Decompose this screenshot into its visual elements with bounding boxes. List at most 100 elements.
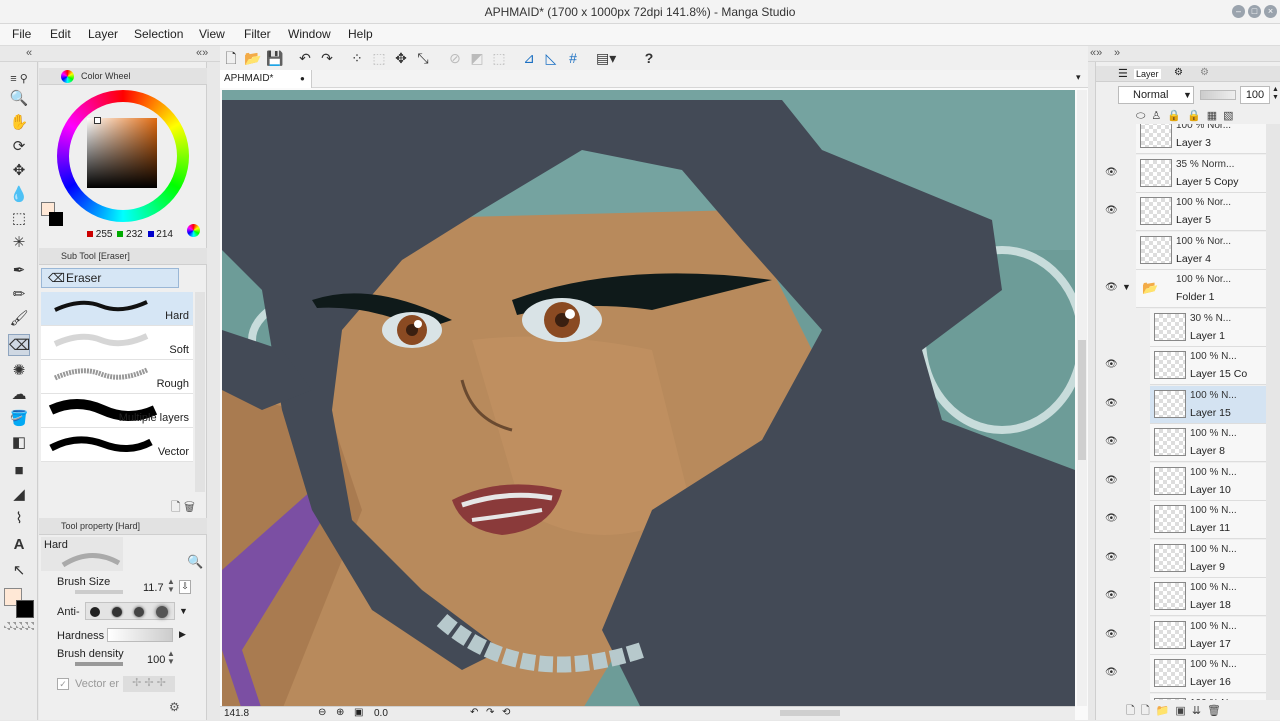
clear-icon[interactable]: ⊘ <box>446 49 464 67</box>
zoom-in-icon[interactable]: ⊕ <box>336 707 344 718</box>
anti-aliasing-dropdown-icon[interactable]: ▼ <box>179 606 188 616</box>
ruler-link-icon[interactable]: ▧ <box>1223 110 1239 122</box>
hardness-expand-icon[interactable]: ▶ <box>179 629 186 640</box>
tool-property-zoom-icon[interactable]: 🔍 <box>187 554 203 570</box>
brush-size-dropdown[interactable]: ⇩ <box>179 580 191 594</box>
open-icon[interactable]: 📂 <box>244 49 262 67</box>
brush-density-slider[interactable] <box>75 662 123 666</box>
visibility-eye-icon[interactable]: 👁 <box>1105 205 1118 216</box>
zoom-tool-icon[interactable]: 🔍 <box>8 88 30 110</box>
sub-tool-scrollbar[interactable] <box>195 292 205 492</box>
brush-size-value[interactable]: 11.7 <box>143 582 164 594</box>
menu-file[interactable]: File <box>12 27 31 41</box>
settings-menu-icon[interactable]: ▤▾ <box>596 49 616 67</box>
rotate-tool-icon[interactable]: ⟳ <box>8 136 30 158</box>
layer-row[interactable]: 30 % N... Layer 1 <box>1150 308 1266 347</box>
palette-menu-icon[interactable]: ≡ ⚲ <box>8 68 30 90</box>
folder-expand-icon[interactable]: ▼ <box>1122 282 1131 292</box>
hardness-slider[interactable] <box>107 628 173 642</box>
close-tab-icon[interactable]: ● <box>300 70 305 88</box>
reference-icon[interactable]: ♙ <box>1151 110 1167 122</box>
color-wheel-sub-swatch[interactable] <box>49 212 63 226</box>
eyedropper-tool-icon[interactable]: 💧 <box>8 184 30 206</box>
layer-row[interactable]: 100 % N... <box>1150 693 1266 700</box>
visibility-eye-icon[interactable]: 👁 <box>1105 359 1118 370</box>
lock-transparency-icon[interactable]: 🔒 <box>1187 110 1207 122</box>
color-mode-icon[interactable] <box>187 224 200 237</box>
new-file-icon[interactable]: 🗋 <box>222 49 240 67</box>
transform-icon[interactable]: ✥ <box>392 49 410 67</box>
blend-mode-dropdown[interactable]: Normal ▼ <box>1118 86 1194 104</box>
selection-tool-icon[interactable]: ⬚ <box>8 208 30 230</box>
layer-row[interactable]: 100 % Nor... Layer 5 <box>1136 193 1266 231</box>
minimize-button[interactable]: – <box>1232 5 1245 18</box>
canvas-vertical-scrollbar[interactable] <box>1077 90 1087 706</box>
layer-tab[interactable]: Layer <box>1134 69 1161 79</box>
reset-rotation-icon[interactable]: ⟲ <box>502 707 510 718</box>
frame-tool-icon[interactable]: ◢ <box>8 484 30 506</box>
menu-window[interactable]: Window <box>288 27 331 41</box>
brush-size-slider[interactable] <box>75 590 123 594</box>
opacity-slider[interactable] <box>1200 90 1236 100</box>
document-tab[interactable]: APHMAID* ● <box>220 70 312 88</box>
layer-property-tab-icon[interactable]: ⚙ <box>1174 67 1183 78</box>
hand-tool-icon[interactable]: ✋ <box>8 112 30 134</box>
visibility-eye-icon[interactable]: 👁 <box>1105 590 1118 601</box>
tab-list-icon[interactable]: ▾ <box>1076 72 1081 83</box>
select-all-icon[interactable]: ⁘ <box>348 49 366 67</box>
decoration-tool-icon[interactable]: ✺ <box>8 360 30 382</box>
layer-row[interactable]: 100 % Nor... Layer 3 <box>1136 124 1266 154</box>
brush-preset-soft[interactable]: Soft <box>41 326 193 360</box>
help-icon[interactable]: ? <box>640 49 658 67</box>
mask-icon[interactable]: ▦ <box>1207 110 1223 122</box>
visibility-eye-icon[interactable]: 👁 <box>1105 398 1118 409</box>
fill-tool-icon[interactable]: 🪣 <box>8 408 30 430</box>
scale-icon[interactable]: ⤡ <box>414 49 432 67</box>
layer-row[interactable]: 100 % N... Layer 17 <box>1150 616 1266 655</box>
brush-density-value[interactable]: 100 <box>147 654 165 666</box>
move-layer-tool-icon[interactable]: ✥ <box>8 160 30 182</box>
layer-folder-row[interactable]: ▼ 📂 100 % Nor... Folder 1 <box>1122 270 1266 308</box>
delete-layer-icon[interactable]: 🗑 <box>1207 705 1227 717</box>
color-picker-cursor[interactable] <box>94 117 101 124</box>
ruler-snap-icon[interactable]: ⊿ <box>520 49 538 67</box>
visibility-eye-icon[interactable]: 👁 <box>1105 629 1118 640</box>
menu-help[interactable]: Help <box>348 27 373 41</box>
vector-eraser-checkbox[interactable]: ✓ <box>57 678 69 690</box>
layer-list-scrollbar[interactable] <box>1266 124 1280 700</box>
sub-tool-group-tab[interactable]: ⌫ Eraser <box>41 268 179 288</box>
transparent-color-icon[interactable] <box>4 622 34 630</box>
rotation-value[interactable]: 0.0 <box>374 708 388 719</box>
vector-eraser-options[interactable]: ✢ ✢ ✢ <box>123 676 175 692</box>
gradient-tool-icon[interactable]: ◧ <box>8 432 30 454</box>
redo-icon[interactable]: ↷ <box>318 49 336 67</box>
collapse-dock-icon[interactable]: » <box>1114 47 1120 59</box>
brush-preset-multiple-layers[interactable]: Multiple layers <box>41 394 193 428</box>
layer-row[interactable]: 100 % Nor... Layer 4 <box>1136 231 1266 270</box>
magic-wand-tool-icon[interactable]: ✳ <box>8 232 30 254</box>
visibility-eye-icon[interactable]: 👁 <box>1105 667 1118 678</box>
menu-edit[interactable]: Edit <box>50 27 71 41</box>
special-ruler-snap-icon[interactable]: ◺ <box>542 49 560 67</box>
clip-icon[interactable]: ⬭ <box>1136 110 1151 122</box>
zoom-out-icon[interactable]: ⊖ <box>318 707 326 718</box>
visibility-eye-icon[interactable]: 👁 <box>1105 167 1118 178</box>
add-preset-icon[interactable]: 🗋 <box>171 500 181 514</box>
tool-settings-icon[interactable]: ⚙ <box>169 700 180 714</box>
layer-row[interactable]: 100 % N... Layer 8 <box>1150 424 1266 462</box>
menu-filter[interactable]: Filter <box>244 27 271 41</box>
visibility-eye-icon[interactable]: 👁 <box>1105 436 1118 447</box>
fit-window-icon[interactable]: ▣ <box>354 707 363 718</box>
new-folder-icon[interactable]: 📁 <box>1156 705 1176 717</box>
lock-icon[interactable]: 🔒 <box>1167 110 1187 122</box>
eraser-tool-icon[interactable]: ⌫ <box>8 334 30 356</box>
navigator-tab-icon[interactable]: ⚙ <box>1200 67 1209 78</box>
text-tool-icon[interactable]: A <box>8 534 30 556</box>
layer-row[interactable]: 100 % N... Layer 15 <box>1150 385 1266 424</box>
merge-down-icon[interactable]: ⇊ <box>1192 705 1207 717</box>
brush-preset-hard[interactable]: Hard <box>41 292 193 326</box>
brush-size-stepper[interactable]: ▲ ▼ <box>167 578 175 594</box>
figure-tool-icon[interactable]: ■ <box>8 460 30 482</box>
hue-ring[interactable] <box>57 90 189 222</box>
visibility-eye-icon[interactable]: 👁 <box>1105 552 1118 563</box>
